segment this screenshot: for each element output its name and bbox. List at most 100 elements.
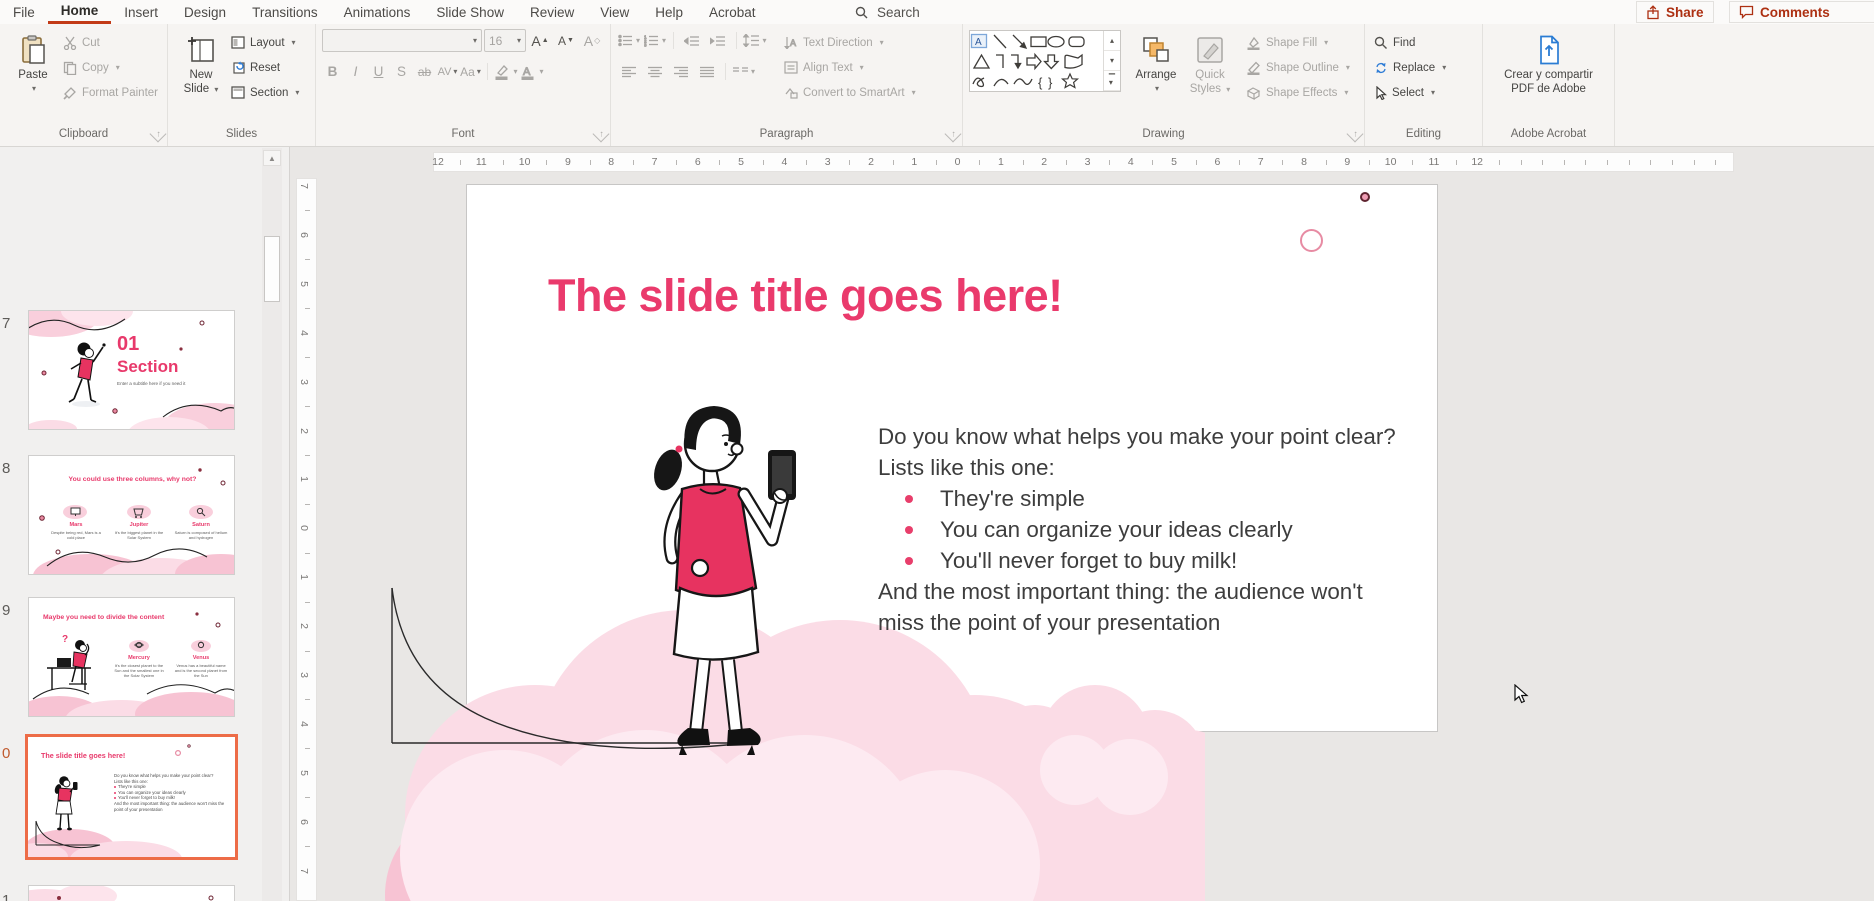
arrange-button[interactable]: Arrange ▾ — [1129, 28, 1183, 96]
search-box[interactable]: Search — [855, 0, 920, 24]
chevron-down-icon: ▾ — [1344, 88, 1348, 97]
numbering-button[interactable]: 123 ▾ — [643, 30, 667, 52]
find-button[interactable]: Find — [1371, 32, 1449, 53]
thumbnail-slide-8[interactable]: You could use three columns, why not? Ma… — [28, 455, 235, 575]
slide-title[interactable]: The slide title goes here! — [548, 270, 1063, 322]
copy-icon — [63, 61, 77, 75]
thumbnail-slide-9[interactable]: ? Maybe you need to divide the content M… — [28, 597, 235, 717]
copy-button[interactable]: Copy ▾ — [60, 57, 161, 78]
replace-label: Replace — [1393, 62, 1435, 74]
reset-button[interactable]: Reset — [228, 57, 302, 78]
highlight-icon — [494, 64, 510, 80]
text-shadow-button[interactable]: S — [391, 61, 412, 83]
strikethrough-button[interactable]: ab — [414, 61, 435, 83]
gallery-more-icon[interactable]: ▔▾ — [1104, 71, 1120, 91]
shape-effects-button[interactable]: Shape Effects▾ — [1243, 82, 1353, 103]
format-painter-button[interactable]: Format Painter — [60, 82, 161, 103]
new-slide-label2: Slide ▾ — [184, 82, 219, 97]
tab-slide-show[interactable]: Slide Show — [423, 0, 517, 24]
align-left-button[interactable] — [617, 61, 641, 83]
section-button[interactable]: Section ▾ — [228, 82, 302, 103]
underline-button[interactable]: U — [368, 61, 389, 83]
gallery-scroll-down-icon[interactable]: ▾ — [1104, 51, 1120, 71]
paste-button[interactable]: Paste ▾ — [6, 28, 60, 96]
font-name-combobox[interactable]: ▾ — [322, 29, 482, 52]
dialog-launcher-icon[interactable] — [1347, 126, 1364, 143]
replace-button[interactable]: Replace▾ — [1371, 57, 1449, 78]
thumbnail-8-art — [29, 456, 235, 575]
tab-insert[interactable]: Insert — [111, 0, 171, 24]
tab-animations[interactable]: Animations — [331, 0, 424, 24]
decorative-dot[interactable] — [1360, 192, 1370, 202]
shape-outline-button[interactable]: Shape Outline▾ — [1243, 57, 1353, 78]
share-button[interactable]: Share — [1636, 1, 1714, 23]
decrease-indent-button[interactable] — [680, 30, 704, 52]
shapes-gallery-scrollbar[interactable]: ▴ ▾ ▔▾ — [1103, 31, 1120, 91]
tab-acrobat[interactable]: Acrobat — [696, 0, 769, 24]
shapes-gallery[interactable]: A {} ▴ ▾ ▔▾ — [969, 30, 1121, 92]
new-slide-button[interactable]: New Slide ▾ — [174, 28, 228, 97]
slide-body-textbox[interactable]: Do you know what helps you make your poi… — [878, 421, 1430, 638]
thumb8-col3-text: Saturn is composed of helium and hydroge… — [172, 530, 230, 540]
font-size-combobox[interactable]: 16▾ — [484, 29, 526, 52]
quick-styles-button[interactable]: Quick Styles ▾ — [1183, 28, 1237, 97]
columns-button[interactable]: ▾ — [732, 61, 756, 83]
tab-file[interactable]: File — [0, 0, 48, 24]
bold-button[interactable]: B — [322, 61, 343, 83]
italic-button[interactable]: I — [345, 61, 366, 83]
section-label: Section — [250, 87, 288, 99]
line-spacing-button[interactable]: ▾ — [743, 30, 767, 52]
align-center-icon — [648, 66, 662, 78]
cut-icon — [63, 36, 77, 50]
font-color-button[interactable]: A ▾ — [520, 61, 544, 83]
cut-button[interactable]: Cut — [60, 32, 161, 53]
adobe-pdf-button[interactable]: Crear y compartir PDF de Adobe — [1489, 28, 1608, 96]
align-right-button[interactable] — [669, 61, 693, 83]
increase-indent-button[interactable] — [706, 30, 730, 52]
chevron-down-icon: ▾ — [295, 88, 299, 97]
decrease-font-button[interactable]: A▼ — [554, 30, 578, 52]
dialog-launcher-icon[interactable] — [593, 126, 610, 143]
clear-formatting-button[interactable]: A◇ — [580, 30, 604, 52]
character-spacing-button[interactable]: AV▾ — [437, 61, 458, 83]
horizontal-ruler[interactable]: 1211109876543210123456789101112 — [433, 152, 1734, 172]
thumbnail-slide-10-selected[interactable]: The slide title goes here! Do you know w… — [25, 734, 238, 860]
align-center-button[interactable] — [643, 61, 667, 83]
increase-font-button[interactable]: A▲ — [528, 30, 552, 52]
select-button[interactable]: Select▾ — [1371, 82, 1449, 103]
change-case-button[interactable]: Aa▾ — [460, 61, 481, 83]
justify-button[interactable] — [695, 61, 719, 83]
convert-to-smartart-button[interactable]: Convert to SmartArt▾ — [781, 82, 919, 103]
text-direction-button[interactable]: A Text Direction▾ — [781, 32, 919, 53]
gallery-scroll-up-icon[interactable]: ▴ — [1104, 31, 1120, 51]
thumbnail-slide-11[interactable]: A picture always reinforces the concept … — [28, 885, 235, 901]
tab-review[interactable]: Review — [517, 0, 587, 24]
ribbon-tab-bar: File Home Insert Design Transitions Anim… — [0, 0, 1874, 24]
reset-label: Reset — [250, 62, 280, 74]
panel-scrollbar-thumb[interactable] — [264, 236, 280, 302]
panel-scroll-up-icon[interactable]: ▲ — [263, 150, 281, 166]
panel-scrollbar[interactable]: ▲ — [262, 148, 282, 901]
quick-styles-label1: Quick — [1195, 68, 1224, 82]
dialog-launcher-icon[interactable] — [150, 126, 167, 143]
tab-home[interactable]: Home — [48, 0, 112, 24]
layout-button[interactable]: Layout ▾ — [228, 32, 302, 53]
dialog-launcher-icon[interactable] — [945, 126, 962, 143]
decorative-circle-outline[interactable] — [1300, 229, 1323, 252]
vertical-ruler[interactable]: 765432101234567 — [296, 178, 317, 901]
tab-help[interactable]: Help — [642, 0, 696, 24]
shape-fill-button[interactable]: Shape Fill▾ — [1243, 32, 1353, 53]
body-line-2: Lists like this one: — [878, 452, 1430, 483]
comments-button[interactable]: Comments — [1729, 1, 1874, 23]
thumbnail-slide-7[interactable]: 01 Section Enter a subtitle here if you … — [28, 310, 235, 430]
tab-transitions[interactable]: Transitions — [239, 0, 331, 24]
align-text-button[interactable]: Align Text▾ — [781, 57, 919, 78]
tab-design[interactable]: Design — [171, 0, 239, 24]
woman-with-phone-illustration[interactable] — [616, 392, 816, 757]
select-label: Select — [1392, 87, 1424, 99]
slide-number-10: 0 — [2, 745, 18, 762]
highlight-color-button[interactable]: ▾ — [494, 61, 518, 83]
thumb10-line3: And the most important thing: the audien… — [114, 801, 207, 806]
tab-view[interactable]: View — [587, 0, 642, 24]
bullets-button[interactable]: ▾ — [617, 30, 641, 52]
